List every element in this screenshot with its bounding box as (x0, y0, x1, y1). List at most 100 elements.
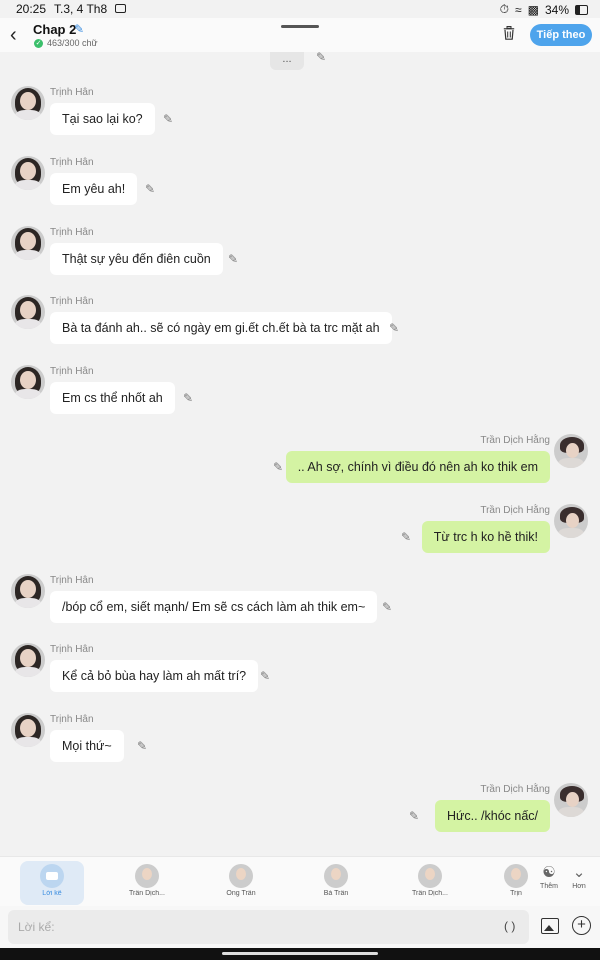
drag-handle[interactable] (281, 25, 319, 28)
message-row: Trịnh Hân Em cs thể nhốt ah ✎ (0, 365, 600, 425)
character-ba-tran[interactable]: Bà Trần (304, 861, 368, 905)
status-date: T.3, 4 Th8 (54, 2, 108, 16)
message-bubble[interactable]: .. Ah sợ, chính vì điều đó nên ah ko thi… (285, 451, 550, 483)
message-input[interactable] (8, 910, 529, 944)
character-label: Ông Trần (226, 890, 256, 897)
message-row: Trịnh Hân /bóp cổ em, siết mạnh/ Em sẽ c… (0, 574, 600, 634)
person-add-icon: ☯ (542, 864, 556, 881)
parenthesis-button[interactable]: ( ) (504, 919, 515, 933)
previous-message-stub[interactable]: ... (270, 52, 304, 70)
avatar[interactable] (11, 643, 45, 677)
message-bubble[interactable]: Mọi thứ~ (50, 730, 124, 762)
character-narrator[interactable]: Lời kể (20, 861, 84, 905)
character-avatar (504, 864, 528, 888)
back-arrow-icon[interactable]: ‹ (10, 25, 17, 45)
message-row: Trịnh Hân Tại sao lại ko? ✎ (0, 86, 600, 146)
sender-name: Trịnh Hân (50, 227, 94, 238)
edit-pencil-icon[interactable]: ✎ (260, 669, 270, 683)
character-avatar (229, 864, 253, 888)
character-trinh[interactable]: Trịn (496, 861, 536, 905)
avatar[interactable] (11, 156, 45, 190)
edit-pencil-icon[interactable]: ✎ (409, 809, 419, 823)
message-bubble[interactable]: Hức.. /khóc nấc/ (434, 800, 550, 832)
edit-pencil-icon[interactable]: ✎ (137, 739, 147, 753)
message-bubble[interactable]: /bóp cổ em, siết mạnh/ Em sẽ cs cách làm… (50, 591, 378, 623)
system-nav-bar (0, 948, 600, 960)
message-bubble[interactable]: Tại sao lại ko? (50, 103, 155, 135)
message-row: Trịnh Hân Bà ta đánh ah.. sẽ có ngày em … (0, 295, 600, 355)
add-label: Thêm (540, 883, 558, 890)
chapter-title[interactable]: Chap 2 (33, 22, 76, 37)
character-label: Trần Dịch... (412, 890, 448, 897)
character-label: Trịn (510, 890, 522, 897)
edit-pencil-icon[interactable]: ✎ (228, 252, 238, 266)
edit-pencil-icon[interactable]: ✎ (401, 530, 411, 544)
header: ‹ Chap 2 ✎ ✓ 463/300 chữ Tiếp theo (0, 18, 600, 52)
message-row: Trịnh Hân Mọi thứ~ ✎ (0, 713, 600, 773)
status-indicators: ⏱ ≈ ▩ 34% (500, 2, 588, 17)
more-button[interactable]: ⌄ Hơn (565, 863, 593, 890)
edit-pencil-icon[interactable]: ✎ (163, 112, 173, 126)
status-bar: 20:25 T.3, 4 Th8 ⏱ ≈ ▩ 34% (0, 0, 600, 18)
wifi-icon: ≈ (515, 2, 522, 17)
character-avatar (324, 864, 348, 888)
image-notification-icon (115, 4, 126, 13)
message-bubble[interactable]: Thật sự yêu đến điên cuồn (50, 243, 223, 275)
more-label: Hơn (572, 883, 586, 890)
battery-percent: 34% (544, 2, 569, 17)
character-label: Bà Trần (323, 890, 349, 897)
chat-area[interactable]: ... ✎ Trịnh Hân Tại sao lại ko? ✎ Trịnh … (0, 52, 600, 856)
sender-name: Trịnh Hân (50, 575, 94, 586)
sender-name: Trịnh Hân (50, 296, 94, 307)
message-row: Trần Dịch Hằng .. Ah sợ, chính vì điều đ… (0, 434, 600, 494)
character-ong-tran[interactable]: Ông Trần (209, 861, 273, 905)
character-selector-bar: Lời kể Trần Dịch... Ông Trần Bà Trần Trầ… (0, 856, 600, 907)
character-avatar (135, 864, 159, 888)
message-row: Trịnh Hân Kể cả bỏ bùa hay làm ah mất tr… (0, 643, 600, 703)
word-count: 463/300 chữ (47, 38, 98, 48)
edit-pencil-icon[interactable]: ✎ (316, 52, 326, 64)
sender-name: Trần Dịch Hằng (480, 784, 550, 795)
avatar[interactable] (11, 713, 45, 747)
message-bubble[interactable]: Bà ta đánh ah.. sẽ có ngày em gi.ết ch.ế… (50, 312, 392, 344)
add-character-button[interactable]: ☯ Thêm (535, 863, 563, 890)
edit-pencil-icon[interactable]: ✎ (389, 321, 399, 335)
narrator-icon (40, 864, 64, 888)
message-bubble[interactable]: Em cs thể nhốt ah (50, 382, 175, 414)
message-bubble[interactable]: Từ trc h ko hề thik! (421, 521, 550, 553)
edit-pencil-icon[interactable]: ✎ (145, 182, 155, 196)
message-bubble[interactable]: Kể cả bỏ bùa hay làm ah mất trí? (50, 660, 259, 692)
edit-pencil-icon[interactable]: ✎ (382, 600, 392, 614)
character-label: Lời kể (42, 890, 62, 897)
edit-pencil-icon[interactable]: ✎ (183, 391, 193, 405)
check-icon: ✓ (34, 39, 43, 48)
avatar[interactable] (11, 86, 45, 120)
trash-icon[interactable] (503, 26, 515, 40)
message-row: Trịnh Hân Thật sự yêu đến điên cuồn ✎ (0, 226, 600, 286)
avatar[interactable] (554, 504, 588, 538)
character-tran-dich-1[interactable]: Trần Dịch... (115, 861, 179, 905)
message-row: Trịnh Hân Em yêu ah! ✎ (0, 156, 600, 216)
alarm-icon: ⏱ (499, 2, 510, 16)
character-label: Trần Dịch... (129, 890, 165, 897)
avatar[interactable] (11, 226, 45, 260)
avatar[interactable] (11, 295, 45, 329)
character-avatar (418, 864, 442, 888)
next-button[interactable]: Tiếp theo (530, 24, 592, 46)
avatar[interactable] (11, 574, 45, 608)
avatar[interactable] (554, 783, 588, 817)
avatar[interactable] (554, 434, 588, 468)
edit-title-pencil-icon[interactable]: ✎ (74, 22, 84, 36)
sender-name: Trịnh Hân (50, 366, 94, 377)
message-row: Trần Dịch Hằng Hức.. /khóc nấc/ ✎ (0, 783, 600, 843)
home-indicator[interactable] (222, 952, 378, 955)
edit-pencil-icon[interactable]: ✎ (273, 460, 283, 474)
character-tran-dich-2[interactable]: Trần Dịch... (398, 861, 462, 905)
image-icon[interactable] (541, 918, 559, 934)
message-bubble[interactable]: Em yêu ah! (50, 173, 138, 205)
status-time: 20:25 (16, 2, 47, 16)
avatar[interactable] (11, 365, 45, 399)
plus-icon[interactable]: + (572, 916, 591, 935)
sender-name: Trịnh Hân (50, 157, 94, 168)
sender-name: Trần Dịch Hằng (480, 505, 550, 516)
